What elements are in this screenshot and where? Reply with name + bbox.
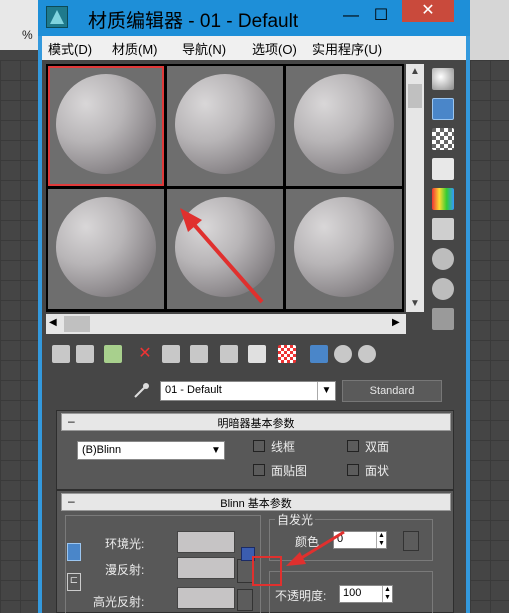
menu-navigation[interactable]: 导航(N) xyxy=(182,39,226,58)
select-by-material-icon[interactable] xyxy=(432,278,454,300)
sample-slot-4[interactable] xyxy=(48,189,164,309)
blinn-basic-params-rollout: – Blinn 基本参数 ⊏ 环境光: 漫反射: 高光反射: 自发光 颜色 0 … xyxy=(56,490,454,613)
close-button[interactable]: ✕ xyxy=(402,0,454,22)
backlight-icon[interactable] xyxy=(432,98,454,120)
ambient-color-swatch[interactable] xyxy=(177,531,235,553)
self-illumination-map-button[interactable] xyxy=(403,531,419,551)
lock-ambient-diffuse-icon[interactable] xyxy=(67,543,81,561)
annotation-highlight-box xyxy=(252,556,282,586)
make-preview-icon[interactable] xyxy=(432,218,454,240)
viewport-right xyxy=(470,0,509,613)
diffuse-map-button[interactable] xyxy=(237,559,253,583)
material-editor-window: 材质编辑器 - 01 - Default — ☐ ✕ 模式(D) 材质(M) 导… xyxy=(38,0,470,613)
shader-rollout-title: 明暗器基本参数 xyxy=(217,418,295,430)
background-pattern-icon[interactable] xyxy=(432,128,454,150)
sample-slot-3[interactable] xyxy=(286,66,402,186)
go-forward-sibling-icon[interactable] xyxy=(358,345,376,363)
face-map-checkbox[interactable] xyxy=(253,464,265,476)
viewport-left xyxy=(0,0,40,613)
wireframe-checkbox[interactable] xyxy=(253,440,265,452)
title-bar[interactable]: 材质编辑器 - 01 - Default — ☐ ✕ xyxy=(38,0,470,36)
self-illumination-title: 自发光 xyxy=(275,511,316,528)
material-name-row: 01 - Default ▼ Standard xyxy=(42,380,466,404)
viewport-right-toolbar xyxy=(470,0,509,60)
scroll-up-icon[interactable]: ▲ xyxy=(406,66,424,77)
diffuse-color-swatch[interactable] xyxy=(177,557,235,579)
show-map-icon[interactable] xyxy=(278,345,296,363)
make-unique-icon[interactable] xyxy=(190,345,208,363)
scroll-thumb[interactable] xyxy=(408,84,422,108)
two-sided-label: 双面 xyxy=(365,440,390,454)
chevron-down-icon[interactable]: ▼ xyxy=(208,442,224,459)
material-map-navigator-icon[interactable] xyxy=(432,308,454,330)
scroll-right-icon[interactable]: ▶ xyxy=(392,317,400,328)
put-to-library-icon[interactable] xyxy=(220,345,238,363)
copy-material-icon[interactable] xyxy=(162,345,180,363)
scroll-down-icon[interactable]: ▼ xyxy=(406,298,424,309)
blinn-rollout-header[interactable]: – Blinn 基本参数 xyxy=(61,493,451,511)
opacity-spinner[interactable]: 100 ▲ ▼ xyxy=(339,585,393,603)
specular-label: 高光反射: xyxy=(93,595,145,609)
chevron-down-icon[interactable]: ▼ xyxy=(317,382,335,400)
face-map-label: 面贴图 xyxy=(271,464,308,478)
reset-map-icon[interactable]: ✕ xyxy=(136,345,154,363)
faceted-checkbox[interactable] xyxy=(347,464,359,476)
sample-type-icon[interactable] xyxy=(432,68,454,90)
maximize-button[interactable]: ☐ xyxy=(368,4,394,28)
two-sided-checkbox[interactable] xyxy=(347,440,359,452)
minimize-button[interactable]: — xyxy=(338,4,364,28)
blinn-rollout-title: Blinn 基本参数 xyxy=(220,498,292,510)
annotation-arrow-icon xyxy=(180,208,264,304)
shader-type-select[interactable]: (B)Blinn ▼ xyxy=(77,441,225,460)
link-icon[interactable]: ⊏ xyxy=(67,573,81,591)
slots-horizontal-scrollbar[interactable]: ◀ ▶ xyxy=(46,314,406,334)
material-type-button[interactable]: Standard xyxy=(342,380,442,402)
sample-slot-2[interactable] xyxy=(167,66,283,186)
opacity-label: 不透明度: xyxy=(275,589,327,603)
sample-slot-6[interactable] xyxy=(286,189,402,309)
sample-slot-1[interactable] xyxy=(48,66,164,186)
scroll-left-icon[interactable]: ◀ xyxy=(49,317,57,328)
material-id-icon[interactable] xyxy=(248,345,266,363)
assign-to-selection-icon[interactable] xyxy=(104,345,122,363)
get-material-icon[interactable] xyxy=(52,345,70,363)
slots-vertical-scrollbar[interactable]: ▲ ▼ xyxy=(406,64,424,312)
video-color-check-icon[interactable] xyxy=(432,188,454,210)
faceted-label: 面状 xyxy=(365,464,390,478)
show-end-result-icon[interactable] xyxy=(310,345,328,363)
annotation-arrow-2-icon xyxy=(286,530,345,566)
uv-tiling-icon[interactable] xyxy=(432,158,454,180)
specular-color-swatch[interactable] xyxy=(177,587,235,609)
material-name-field[interactable]: 01 - Default ▼ xyxy=(160,381,336,401)
editor-content: ▲ ▼ ◀ ▶ ✕ 01 - Default ▼ Standard – 明暗器基… xyxy=(42,60,466,613)
hscroll-thumb[interactable] xyxy=(64,316,90,332)
shader-type-value: (B)Blinn xyxy=(82,444,122,456)
material-name-value: 01 - Default xyxy=(165,384,222,396)
shader-basic-params-rollout: – 明暗器基本参数 (B)Blinn ▼ 线框 双面 面贴图 面状 xyxy=(56,410,454,490)
options-icon[interactable] xyxy=(432,248,454,270)
viewport-left-toolbar xyxy=(0,0,40,50)
wireframe-label: 线框 xyxy=(271,440,296,454)
put-to-scene-icon[interactable] xyxy=(76,345,94,363)
menu-utilities[interactable]: 实用程序(U) xyxy=(312,39,382,58)
diffuse-label: 漫反射: xyxy=(105,563,145,577)
menu-bar: 模式(D) 材质(M) 导航(N) 选项(O) 实用程序(U) xyxy=(42,36,466,60)
menu-material[interactable]: 材质(M) xyxy=(112,39,158,58)
ambient-label: 环境光: xyxy=(105,537,145,551)
shader-rollout-header[interactable]: – 明暗器基本参数 xyxy=(61,413,451,431)
go-to-parent-icon[interactable] xyxy=(334,345,352,363)
opacity-value: 100 xyxy=(343,587,362,599)
percent-icon: % xyxy=(22,28,33,42)
eyedropper-icon[interactable] xyxy=(132,382,150,400)
window-title: 材质编辑器 - 01 - Default xyxy=(88,11,299,32)
menu-options[interactable]: 选项(O) xyxy=(252,39,297,58)
menu-mode[interactable]: 模式(D) xyxy=(48,39,92,58)
app-icon xyxy=(46,6,68,28)
specular-map-button[interactable] xyxy=(237,589,253,611)
